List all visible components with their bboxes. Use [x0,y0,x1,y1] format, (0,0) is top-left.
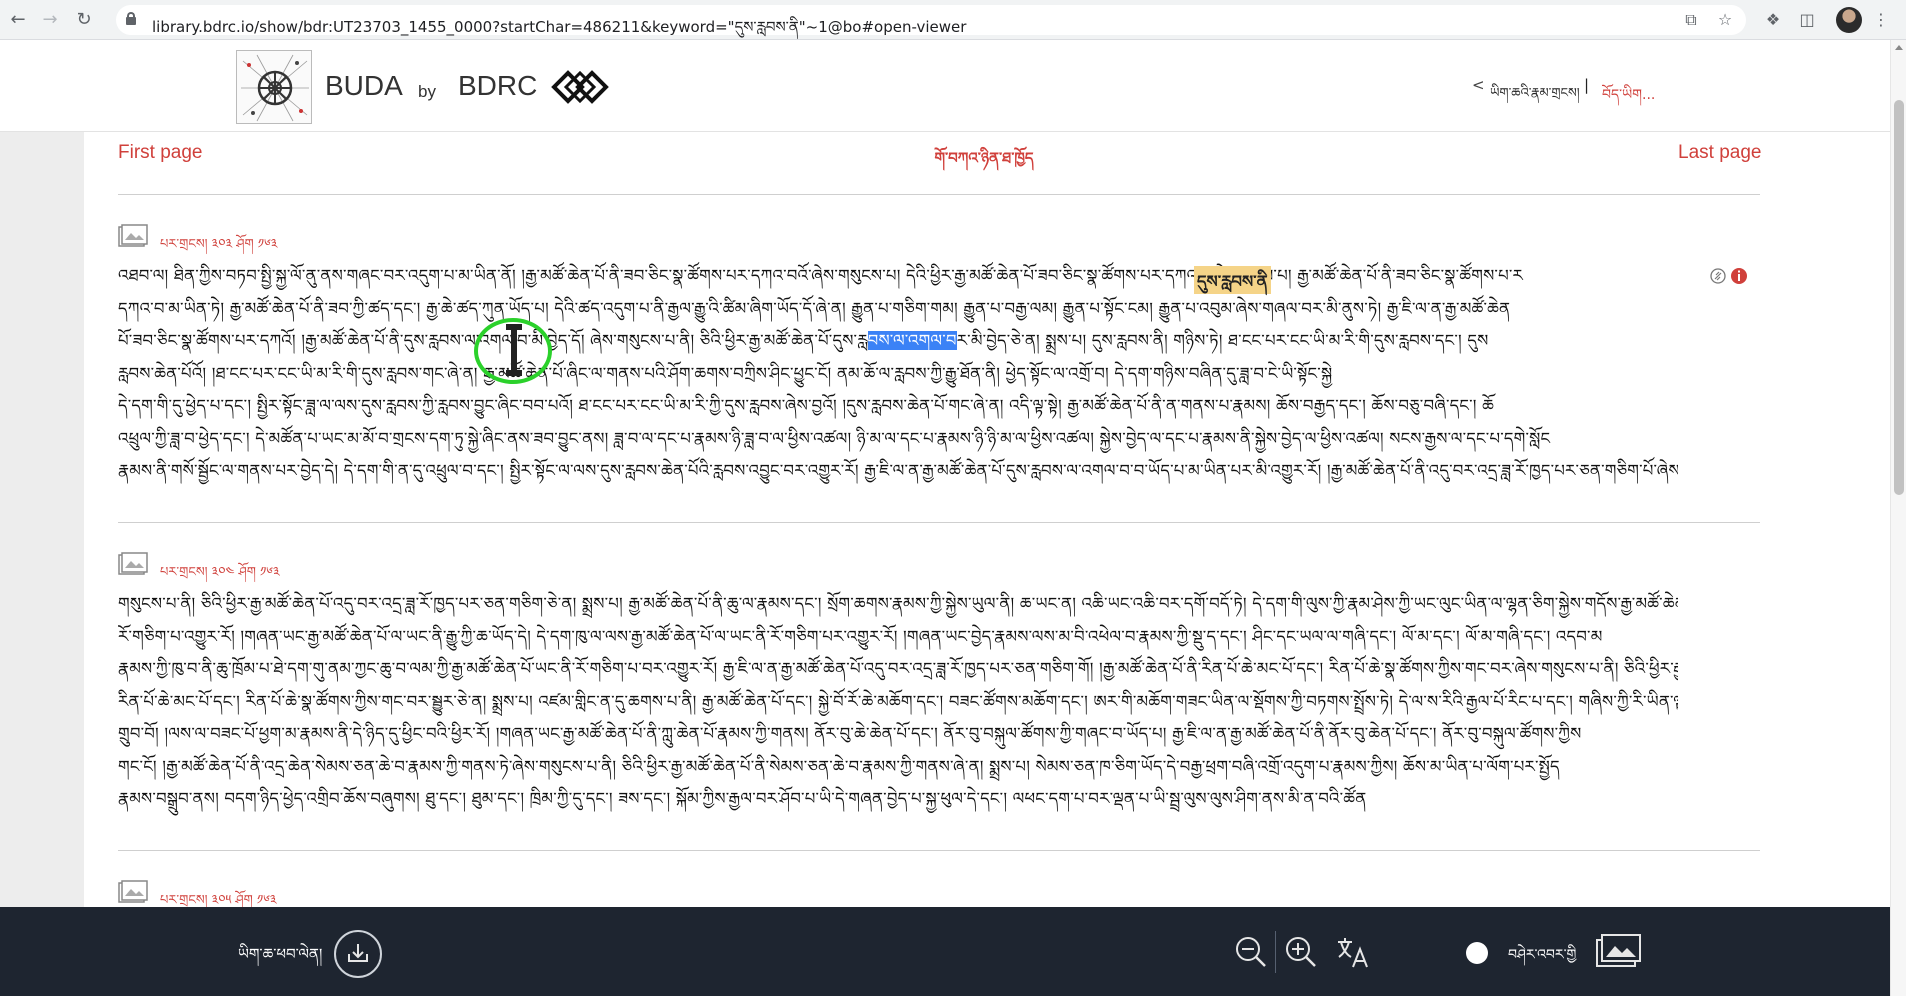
first-page-link[interactable]: First page [118,142,202,164]
brand-by: by [418,82,436,101]
reload-icon[interactable]: ↻ [72,8,96,32]
last-page-link[interactable]: Last page [1678,142,1761,164]
address-bar[interactable]: library.bdrc.io/show/bdr:UT23703_1455_00… [116,5,1746,36]
text-line: གང་ངོ། །རྒྱ་མཚོ་ཆེན་པོ་ནི་འདྲ་ཆེན་སེམས་ཅ… [118,756,1560,776]
text-line: དེ་དག་གི་དུ་ཕྱེད་པ་དང་། སྤྱིར་སྟོང་ཟླ་ལ་… [118,396,1495,415]
text-cursor-icon [506,324,522,376]
back-icon[interactable]: ← [6,8,30,32]
keyword-highlight[interactable]: དུས་རླབས་ནི [1194,266,1271,294]
image-view-icon[interactable] [1594,931,1644,971]
text-line: རྣམས་བསྒྲུབ་ནས། བདག་ཉིད་ཕྱེད་འགྲིབ་ཆོས་བ… [118,789,1367,808]
page-text-block[interactable]: འཐབ་ལ། ཐིན་ཀྱིས་བཏབ་སྤྱི་སྐྱ་ལོ་ནུ་ནས་གཞ… [118,260,1678,488]
page-image-icon[interactable] [118,552,148,576]
page-tools [1710,266,1750,290]
scroll-up-icon[interactable] [1895,45,1903,50]
page-image-icon[interactable] [118,880,148,904]
browser-toolbar: ← → ↻ library.bdrc.io/show/bdr:UT23703_1… [0,0,1906,40]
text-line: རླབས་ཆེན་པོའོ། །ཐ་ངང་པར་ངང་ཡི་མ་རི་གི་དུ… [118,363,1333,383]
back-chevron-icon[interactable]: < [1472,76,1485,94]
side-panel-icon[interactable]: ◫ [1796,9,1818,31]
view-mode-label[interactable]: བཤེར་འབར་གྱི [1508,938,1576,978]
text-line: པོ་ཟབ་ཅིང་སྣ་ཚོགས་པར་དཀའོ། །རྒྱ་མཚོ་ཆེན་… [118,331,1489,350]
catalog-link[interactable]: ཡིག་ཆའི་རྣམ་གྲངས། [1490,78,1580,115]
text-line: འཐབ་ལ། ཐིན་ཀྱིས་བཏབ་སྤྱི་སྐྱ་ལོ་ནུ་ནས་གཞ… [118,266,1523,285]
toolbar-separator [1275,931,1276,973]
text-viewer-panel: First page གོ་བཀའ་ཉིན་ཐ་ཁྱོད Last page པ… [84,132,1890,908]
zoom-in-icon[interactable] [1282,933,1320,971]
download-icon [348,944,368,962]
profile-avatar[interactable] [1836,7,1862,33]
site-header: BUDA by BDRC < ཡིག་ཆའི་རྣམ་གྲངས། | བོད་ཡ… [0,40,1890,132]
selected-text[interactable]: བས་ལ་འགལ་བ [867,331,957,350]
zoom-out-icon[interactable] [1232,933,1270,971]
viewer-bottom-bar: ཡིག་ཆ་ཕབ་ལེན། བཤེར་འབར་གྱི [0,907,1890,996]
page-text-block[interactable]: གསུངས་པ་ནི། ཅིའི་ཕྱིར་རྒྱ་མཚོ་ཆེན་པོ་འདུ… [118,588,1678,816]
page-scrollbar[interactable] [1890,40,1906,996]
endless-knot-logo-icon[interactable] [548,66,612,108]
translate-icon[interactable] [1334,933,1372,971]
text-line: གསུངས་པ་ནི། ཅིའི་ཕྱིར་རྒྱ་མཚོ་ཆེན་པོ་འདུ… [118,594,1678,613]
buda-logo-icon[interactable] [236,50,312,124]
forward-icon[interactable]: → [38,8,62,32]
text-line: དཀའ་བ་མ་ཡིན་ཏེ། རྒྱ་མཚོ་ཆེན་པོ་ནི་ཟབ་ཀྱི… [118,298,1511,318]
share-icon[interactable]: ⧉ [1680,9,1702,31]
text-line: འཕྲུལ་ཀྱི་ཟླ་བ་ཕྱེད་དང་། དེ་མཚོན་པ་ཡང་མ་… [118,428,1551,448]
link-icon[interactable] [1710,268,1726,284]
center-nav-link[interactable]: གོ་བཀའ་ཉིན་ཐ་ཁྱོད [884,142,1084,184]
header-separator: | [1584,76,1590,94]
divider [118,522,1760,523]
divider [118,194,1760,195]
brand-bdrc[interactable]: BDRC [458,70,537,102]
info-icon[interactable] [1731,268,1747,284]
text-line: གྲུབ་བོ། །ལས་ལ་བཟང་པོ་ཕྱག་མ་རྣམས་ནི་དེ་ཉ… [118,724,1582,743]
page-image-icon[interactable] [118,224,148,248]
divider [118,850,1760,851]
text-line: རོ་གཅིག་པ་འགྱུར་རོ། །གཞན་ཡང་རྒྱ་མཚོ་ཆེན་… [118,626,1603,646]
download-label[interactable]: ཡིག་ཆ་ཕབ་ལེན། [238,938,322,980]
text-line: རིན་པོ་ཆེ་མང་པོ་དང་། རིན་པོ་ཆེ་སྣ་ཚོགས་ཀ… [118,691,1678,711]
toggle-indicator[interactable] [1466,942,1488,964]
language-selector[interactable]: བོད་ཡིག... [1602,78,1655,118]
lock-icon [126,12,136,25]
extensions-icon[interactable]: ❖ [1762,9,1784,31]
bookmark-star-icon[interactable]: ☆ [1714,9,1736,31]
text-line: རྣམས་ནི་གསོ་སྦྱོང་ལ་གནས་པར་བྱེད་དེ། དེ་ད… [118,461,1678,480]
more-menu-icon[interactable]: ⋮ [1870,9,1892,31]
brand-buda[interactable]: BUDA [325,70,403,102]
download-button[interactable] [334,930,382,978]
scroll-thumb[interactable] [1894,100,1904,495]
text-line: རྣམས་ཀྱི་ཁུ་བ་ནི་ཆུ་ཁྲོམ་པ་ཐེ་དག་གུ་ནམ་ཀ… [118,659,1678,678]
